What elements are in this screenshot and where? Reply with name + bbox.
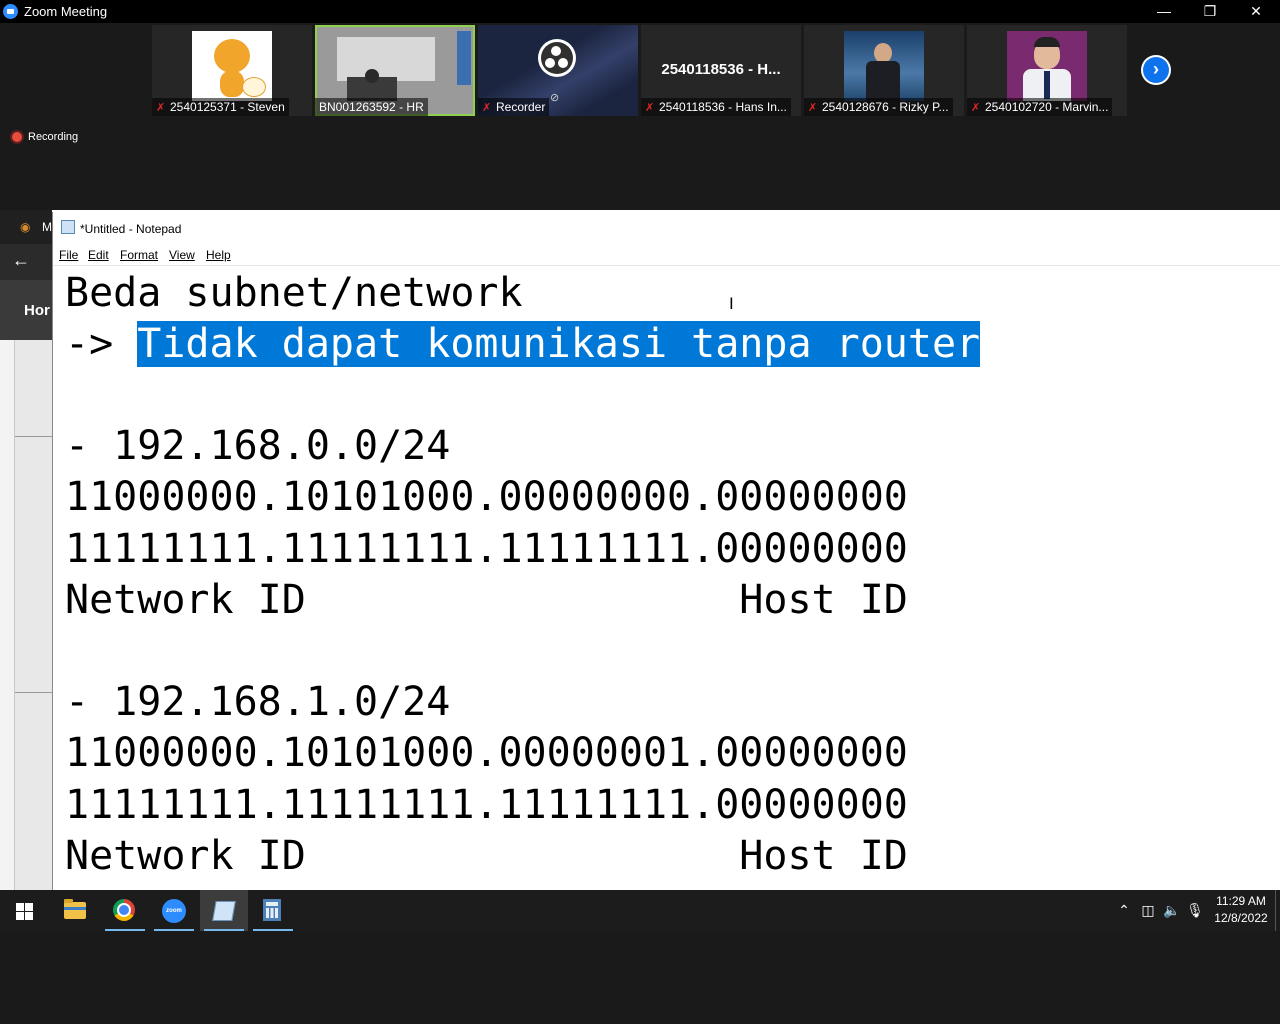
calculator-icon	[263, 899, 281, 921]
show-hidden-icons-chevron-icon[interactable]: ⌃	[1114, 890, 1134, 931]
text-line: - 192.168.1.0/24	[65, 679, 451, 725]
next-page-button[interactable]: ›	[1141, 55, 1171, 85]
clock-date: 12/8/2022	[1214, 911, 1268, 925]
show-desktop-button[interactable]	[1275, 890, 1280, 931]
participant-caption: ✗ 2540118536 - Hans In...	[641, 98, 791, 116]
notepad-title: *Untitled - Notepad	[80, 222, 182, 236]
selected-text: Tidak dapat komunikasi tanpa router	[137, 321, 981, 367]
browser-nav-row: ←	[0, 244, 52, 280]
chrome-icon	[113, 899, 135, 921]
muted-mic-icon: ✗	[482, 102, 492, 114]
microphone-icon[interactable]: 🎙	[1185, 890, 1205, 931]
participant-tile[interactable]: ✗ 2540125371 - Steven	[152, 25, 312, 116]
text-line: -> Tidak dapat komunikasi tanpa router	[65, 321, 981, 367]
taskbar-clock[interactable]: 11:29 AM 12/8/2022	[1206, 893, 1276, 927]
muted-mic-icon: ✗	[645, 102, 655, 114]
browser-tab-strip: ◉ M	[0, 210, 52, 244]
participant-video	[1007, 31, 1087, 101]
taskbar-notepad[interactable]	[200, 890, 248, 931]
participant-tile[interactable]: ✗ 2540102720 - Marvin...	[967, 25, 1127, 116]
window-title: Zoom Meeting	[24, 4, 108, 19]
windows-start-icon	[16, 903, 33, 920]
volume-icon[interactable]: 🔈	[1161, 890, 1183, 931]
background-nav-bar: Hor	[0, 280, 52, 340]
participant-tile[interactable]: ✗ 2540128676 - Rizky P...	[804, 25, 964, 116]
start-button[interactable]	[0, 890, 48, 931]
menu-edit[interactable]: Edit	[88, 248, 109, 262]
taskbar-zoom[interactable]: zoom	[150, 890, 198, 931]
muted-mic-icon: ✗	[971, 102, 981, 114]
file-explorer-icon	[64, 899, 86, 919]
background-app-window: ◉ M ← Hor	[0, 210, 53, 890]
menu-file[interactable]: File	[59, 248, 78, 262]
text-cursor-icon: I	[729, 294, 734, 313]
menu-help[interactable]: Help	[206, 248, 231, 262]
text-line: 11111111.11111111.11111111.00000000	[65, 782, 908, 828]
participant-caption: ✗ 2540128676 - Rizky P...	[804, 98, 953, 116]
participant-tile[interactable]: 2540118536 - H... ✗ 2540118536 - Hans In.…	[641, 25, 801, 116]
notepad-window: *Untitled - Notepad File Edit Format Vie…	[52, 212, 1280, 890]
zoom-logo-icon	[3, 4, 18, 19]
text-line: Network ID Host ID	[65, 833, 908, 879]
participant-tile[interactable]: ✗ Recorder ⊘	[478, 25, 638, 116]
text-line: 11000000.10101000.00000001.00000000	[65, 730, 908, 776]
participant-video	[844, 31, 924, 101]
meeting-area: ✗ 2540125371 - Steven BN001263592 - HR ✗ R…	[0, 23, 1280, 210]
participant-avatar	[192, 31, 272, 101]
record-dot-icon	[12, 132, 22, 143]
minimize-button[interactable]: —	[1141, 0, 1187, 23]
text-line: Beda subnet/network	[65, 270, 523, 316]
text-line: Network ID Host ID	[65, 577, 908, 623]
participant-caption: ✗ Recorder	[478, 98, 550, 116]
taskbar: zoom ⌃ ◫ 🔈 🎙 11:29 AM 12/8/2022	[0, 890, 1280, 931]
participant-display-name: 2540118536 - H...	[661, 61, 781, 78]
taskbar-calculator[interactable]	[249, 890, 297, 931]
zoom-icon: zoom	[162, 899, 186, 923]
shared-screen: ◉ M ← Hor *Untitled - Notepad File Edit …	[0, 210, 1280, 890]
recording-indicator[interactable]: Recording	[12, 131, 78, 143]
network-icon[interactable]: ◫	[1137, 890, 1159, 931]
notepad-text-area[interactable]: Beda subnet/network -> Tidak dapat komun…	[53, 265, 1280, 891]
participant-caption: ✗ 2540102720 - Marvin...	[967, 98, 1113, 116]
muted-mic-icon: ✗	[156, 102, 166, 114]
notepad-icon	[61, 220, 75, 234]
background-sidebar	[14, 340, 53, 890]
chevron-right-icon: ›	[1143, 57, 1169, 83]
browser-tab-icon: ◉	[20, 220, 31, 234]
text-line: - 192.168.0.0/24	[65, 423, 451, 469]
restore-button[interactable]: ❐	[1187, 0, 1233, 23]
text-line: 11111111.11111111.11111111.00000000	[65, 526, 908, 572]
close-button[interactable]: ✕	[1233, 0, 1279, 23]
taskbar-chrome[interactable]	[101, 890, 149, 931]
clock-time: 11:29 AM	[1216, 894, 1266, 908]
taskbar-file-explorer[interactable]	[51, 890, 99, 931]
notepad-title-bar: *Untitled - Notepad	[53, 212, 1280, 240]
video-off-icon: ⊘	[550, 92, 560, 104]
muted-mic-icon: ✗	[808, 102, 818, 114]
participant-caption: BN001263592 - HR	[315, 98, 428, 116]
menu-view[interactable]: View	[169, 248, 195, 262]
notepad-icon	[212, 901, 236, 921]
zoom-bottom-area	[0, 931, 1280, 1024]
participant-tile-active-speaker[interactable]: BN001263592 - HR	[315, 25, 475, 116]
zoom-title-bar: Zoom Meeting — ❐ ✕	[0, 0, 1280, 23]
obs-logo-icon	[538, 39, 576, 77]
back-arrow-icon[interactable]: ←	[12, 250, 30, 271]
participant-caption: ✗ 2540125371 - Steven	[152, 98, 289, 116]
menu-format[interactable]: Format	[120, 248, 158, 262]
text-line: 11000000.10101000.00000000.00000000	[65, 474, 908, 520]
